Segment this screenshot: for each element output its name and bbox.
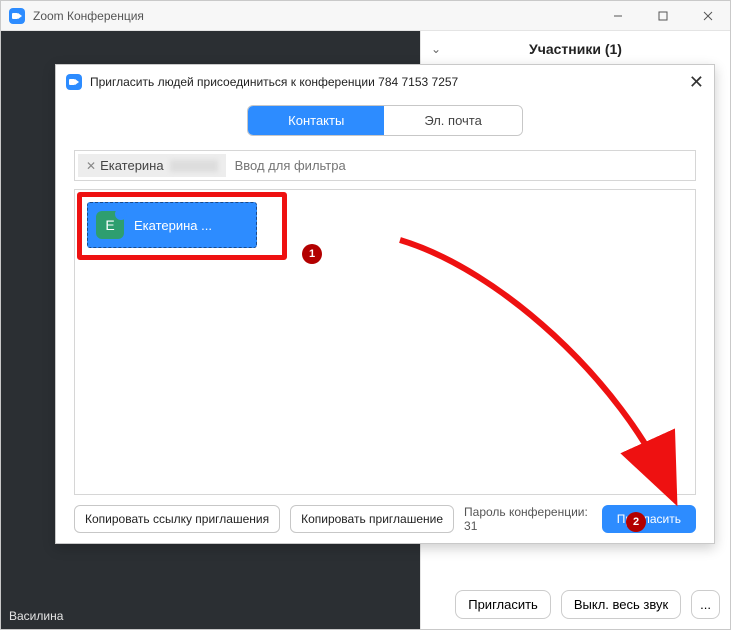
avatar: Е: [96, 211, 124, 239]
invite-button[interactable]: Пригласить: [602, 505, 696, 533]
maximize-button[interactable]: [640, 1, 685, 31]
more-button[interactable]: ...: [691, 590, 720, 619]
zoom-icon: [66, 74, 82, 90]
copy-invite-button[interactable]: Копировать приглашение: [290, 505, 454, 533]
zoom-icon: [9, 8, 25, 24]
close-button[interactable]: [685, 1, 730, 31]
tab-contacts[interactable]: Контакты: [248, 106, 384, 135]
contacts-list: Е Екатерина ...: [74, 189, 696, 495]
close-icon[interactable]: ✕: [689, 73, 704, 91]
mute-all-button[interactable]: Выкл. весь звук: [561, 590, 681, 619]
tab-email[interactable]: Эл. почта: [384, 106, 522, 135]
chip-blur: [170, 160, 218, 172]
filter-row: ✕ Екатерина: [74, 150, 696, 181]
window-title: Zoom Конференция: [33, 9, 144, 23]
filter-chip[interactable]: ✕ Екатерина: [78, 154, 226, 177]
contact-item[interactable]: Е Екатерина ...: [87, 202, 257, 248]
chip-label: Екатерина: [100, 158, 164, 173]
contact-label: Екатерина ...: [134, 218, 212, 233]
chevron-down-icon[interactable]: ⌄: [431, 42, 441, 56]
password-label: Пароль конференции: 31: [464, 505, 592, 533]
minimize-button[interactable]: [595, 1, 640, 31]
invite-dialog: Пригласить людей присоединиться к конфер…: [55, 64, 715, 544]
copy-link-button[interactable]: Копировать ссылку приглашения: [74, 505, 280, 533]
dialog-title: Пригласить людей присоединиться к конфер…: [90, 75, 458, 89]
titlebar: Zoom Конференция: [1, 1, 730, 31]
participants-title: Участники (1): [529, 41, 622, 57]
sidebar-invite-button[interactable]: Пригласить: [455, 590, 551, 619]
video-participant-name: Василина: [9, 609, 63, 623]
filter-input[interactable]: [229, 154, 695, 177]
chip-remove-icon[interactable]: ✕: [86, 159, 96, 173]
invite-tabs: Контакты Эл. почта: [247, 105, 523, 136]
